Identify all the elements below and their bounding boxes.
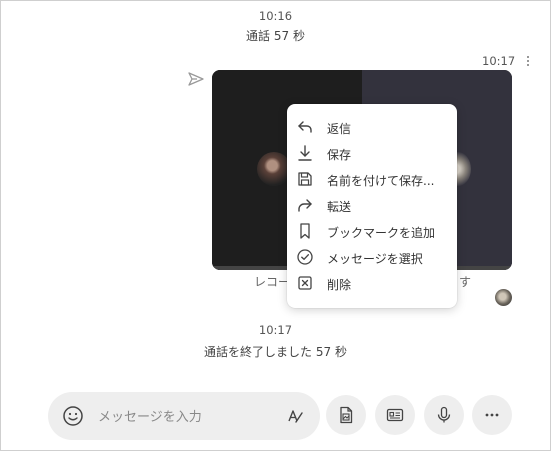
check-circle-icon [297, 249, 313, 265]
delete-icon [298, 276, 312, 290]
bookmark-icon [300, 223, 310, 239]
call-duration-text: 通話 57 秒 [246, 29, 305, 43]
message-timestamp: 10:17 [482, 54, 516, 68]
emoji-icon[interactable] [62, 405, 84, 427]
contact-card-icon [386, 408, 404, 422]
sent-icon [188, 72, 204, 86]
more-actions-button[interactable] [472, 395, 512, 435]
sender-avatar[interactable] [495, 289, 512, 306]
text-format-icon[interactable] [285, 406, 305, 426]
file-image-icon [340, 406, 353, 424]
video-caption-right: す [459, 275, 472, 289]
ellipsis-icon [485, 413, 499, 417]
menu-item-reply[interactable]: 返信 [287, 114, 457, 140]
send-file-button[interactable] [326, 395, 366, 435]
menu-item-select-message[interactable]: メッセージを選択 [287, 244, 457, 270]
call-end-time: 10:17 [258, 323, 293, 337]
save-as-icon [298, 172, 312, 186]
menu-item-forward[interactable]: 転送 [287, 192, 457, 218]
menu-item-save-as[interactable]: 名前を付けて保存... [287, 166, 457, 192]
menu-item-save[interactable]: 保存 [287, 140, 457, 166]
download-icon [298, 145, 312, 161]
reply-icon [298, 121, 312, 133]
context-menu: 返信 保存 名前を付けて保存... 転送 ブックマークを追加 メッセージを選択 … [287, 104, 457, 308]
menu-item-label: 名前を付けて保存... [327, 174, 435, 188]
participant-avatar-left [257, 152, 291, 186]
call-ended-text: 通話を終了しました 57 秒 [204, 345, 347, 359]
forward-icon [298, 199, 312, 212]
menu-item-label: メッセージを選択 [327, 252, 423, 266]
call-start-time: 10:16 [258, 9, 293, 23]
microphone-icon [437, 406, 451, 423]
message-composer [48, 392, 320, 440]
message-input[interactable] [96, 404, 280, 430]
contact-card-button[interactable] [375, 395, 415, 435]
menu-item-label: 返信 [327, 122, 352, 136]
menu-item-label: 保存 [327, 148, 352, 162]
voice-message-button[interactable] [424, 395, 464, 435]
more-options-icon[interactable] [525, 56, 531, 70]
menu-item-label: ブックマークを追加 [327, 226, 436, 240]
video-caption-left: レコー [254, 275, 291, 289]
menu-item-label: 削除 [327, 278, 352, 292]
menu-item-label: 転送 [327, 200, 352, 214]
menu-item-delete[interactable]: 削除 [287, 270, 457, 296]
menu-item-bookmark[interactable]: ブックマークを追加 [287, 218, 457, 244]
